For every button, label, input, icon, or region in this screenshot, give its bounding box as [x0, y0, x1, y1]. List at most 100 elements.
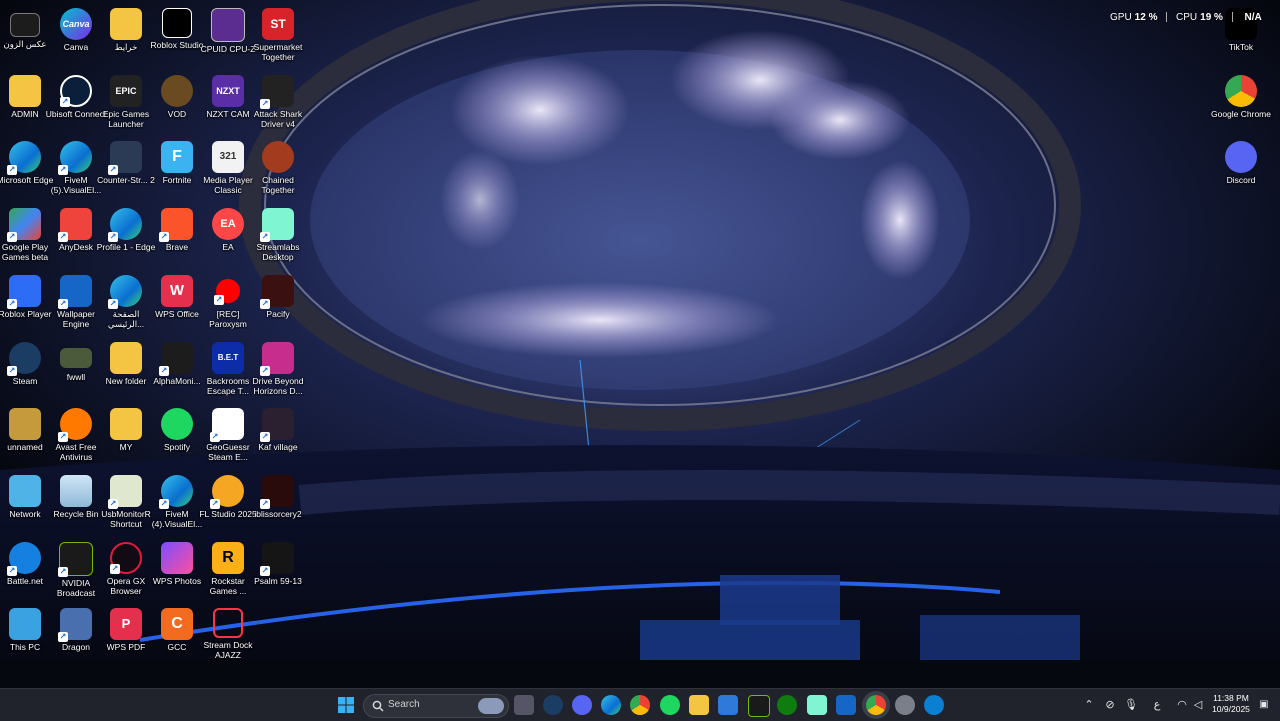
desktop-icon-kaf-village[interactable]: ↗ Kaf village [246, 404, 310, 468]
recycle-bin-icon [60, 475, 92, 507]
desktop-icon-google-chrome[interactable]: Google Chrome [1209, 71, 1273, 135]
desktop-icon-label: Chained Together [261, 175, 295, 195]
microphone-icon[interactable]: 🎙 [1124, 698, 1138, 712]
nvidia-broadcast-icon: ↗ [58, 542, 93, 577]
overlay-divider [1231, 12, 1233, 23]
edge-icon: ↗ [108, 208, 142, 242]
desktop-icon-stream-dock[interactable]: Stream Dock AJAZZ [196, 604, 260, 668]
opera-gx-icon: ↗ [110, 542, 142, 574]
chrome-icon [1225, 75, 1257, 107]
taskbar-chrome-active[interactable] [866, 695, 886, 715]
folder-icon [110, 342, 142, 374]
desktop-icon-streamlabs[interactable]: ↗ Streamlabs Desktop [246, 204, 310, 268]
taskbar-microsoft-store[interactable] [718, 695, 738, 715]
taskbar-xbox[interactable] [777, 695, 797, 715]
desktop: عكس الزون ADMIN ↗ Microsoft Edge ↗ Googl… [0, 0, 1280, 688]
computer-icon [9, 608, 41, 640]
battle-net-icon: ↗ [7, 542, 41, 576]
stream-dock-icon [213, 608, 243, 638]
taskbar-app[interactable] [924, 695, 944, 715]
avast-icon: ↗ [58, 408, 92, 442]
taskbar-nvidia[interactable] [748, 695, 770, 717]
epic-games-icon: EPIC [110, 75, 142, 107]
language-indicator[interactable]: ع [1150, 698, 1164, 712]
ea-icon: EA [212, 208, 244, 240]
dragon-icon: ↗ [58, 608, 92, 642]
taskbar-camera-app[interactable] [514, 695, 534, 715]
taskbar: Search ⌃ ⊘ 🎙 ع ◠ ◁ 11:38 PM 10/9/2025 ▣ [0, 688, 1280, 721]
nzxt-cam-icon: NZXT [212, 75, 244, 107]
search-placeholder: Search [388, 699, 420, 710]
folder-icon [9, 75, 41, 107]
desktop-icon-chained-together[interactable]: Chained Together [246, 137, 310, 201]
video-file-icon [10, 13, 40, 37]
chained-together-icon [262, 141, 294, 173]
taskbar-settings[interactable] [895, 695, 915, 715]
psalm-icon: ↗ [260, 542, 294, 576]
usb-monitor-icon: ↗ [108, 475, 142, 509]
windows-icon [338, 697, 354, 713]
desktop-icon-discord[interactable]: Discord [1209, 137, 1273, 201]
gpu-value: 12 % [1134, 12, 1158, 23]
taskbar-steam[interactable] [543, 695, 563, 715]
taskbar-file-explorer[interactable] [689, 695, 709, 715]
archive-icon [9, 408, 41, 440]
counter-strike-icon: ↗ [108, 141, 142, 175]
desktop-icon-label: Pacify [266, 309, 290, 319]
desktop-icon-label: iblissorcery2 [254, 509, 302, 519]
fortnite-icon: F [161, 141, 193, 173]
desktop-icon-label: Streamlabs Desktop [256, 242, 300, 262]
alphamoni-icon: ↗ [159, 342, 193, 376]
attack-shark-icon: ↗ [260, 75, 294, 109]
taskbar-chrome[interactable] [630, 695, 650, 715]
image-file-icon [60, 348, 92, 368]
edge-icon: ↗ [58, 141, 92, 175]
show-hidden-icons-chevron-up-icon[interactable]: ⌃ [1082, 698, 1096, 712]
desktop-icon-pacify[interactable]: ↗ Pacify [246, 271, 310, 335]
kaf-village-icon: ↗ [260, 408, 294, 442]
google-play-games-icon: ↗ [7, 208, 41, 242]
media-player-classic-icon: 321 [212, 141, 244, 173]
desktop-icon-psalm[interactable]: ↗ Psalm 59-13 [246, 538, 310, 602]
eye-off-icon[interactable]: ⊘ [1103, 698, 1117, 712]
taskbar-edge[interactable] [601, 695, 621, 715]
desktop-icon-label: Psalm 59-13 [254, 576, 302, 586]
folder-icon [110, 8, 142, 40]
roblox-studio-icon [162, 8, 192, 38]
steam-icon: ↗ [7, 342, 41, 376]
desktop-icon-drive-beyond-horizons[interactable]: ↗ Drive Beyond Horizons D... [246, 338, 310, 402]
pacify-icon: ↗ [260, 275, 294, 309]
volume-icon[interactable]: ◁ [1191, 698, 1205, 712]
taskbar-streamlabs[interactable] [807, 695, 827, 715]
desktop-icon-supermarket-together[interactable]: ST Supermarket Together [246, 4, 310, 68]
folder-icon [110, 408, 142, 440]
wps-pdf-icon: P [110, 608, 142, 640]
taskbar-spotify[interactable] [660, 695, 680, 715]
gcc-icon: C [161, 608, 193, 640]
record-icon: ↗ [214, 279, 240, 305]
taskbar-clock[interactable]: 11:38 PM 10/9/2025 [1206, 693, 1256, 715]
start-button[interactable] [336, 695, 356, 715]
taskbar-search-box[interactable]: Search [363, 694, 509, 718]
search-icon [372, 700, 384, 712]
clock-date: 10/9/2025 [1212, 704, 1250, 714]
cpu-value: 19 % [1200, 12, 1223, 23]
wifi-icon[interactable]: ◠ [1175, 698, 1189, 712]
taskbar-wallpaper-engine[interactable] [836, 695, 856, 715]
drive-beyond-horizons-icon: ↗ [260, 342, 294, 376]
edge-icon: ↗ [108, 275, 142, 309]
taskbar-discord[interactable] [572, 695, 592, 715]
spotify-icon [161, 408, 193, 440]
rockstar-icon: R [212, 542, 244, 574]
desktop-icon-label: Kaf village [258, 442, 298, 452]
streamlabs-icon: ↗ [260, 208, 294, 242]
cpu-label: CPU [1176, 12, 1198, 23]
brave-icon: ↗ [159, 208, 193, 242]
desktop-icon-attack-shark[interactable]: ↗ Attack Shark Driver v4 [246, 71, 310, 135]
canva-icon: Canva [60, 8, 92, 40]
supermarket-together-icon: ST [262, 8, 294, 40]
vod-icon [161, 75, 193, 107]
notification-icon[interactable]: ▣ [1257, 698, 1271, 712]
roblox-icon: ↗ [7, 275, 41, 309]
desktop-icon-iblissorcery2[interactable]: ↗ iblissorcery2 [246, 471, 310, 535]
